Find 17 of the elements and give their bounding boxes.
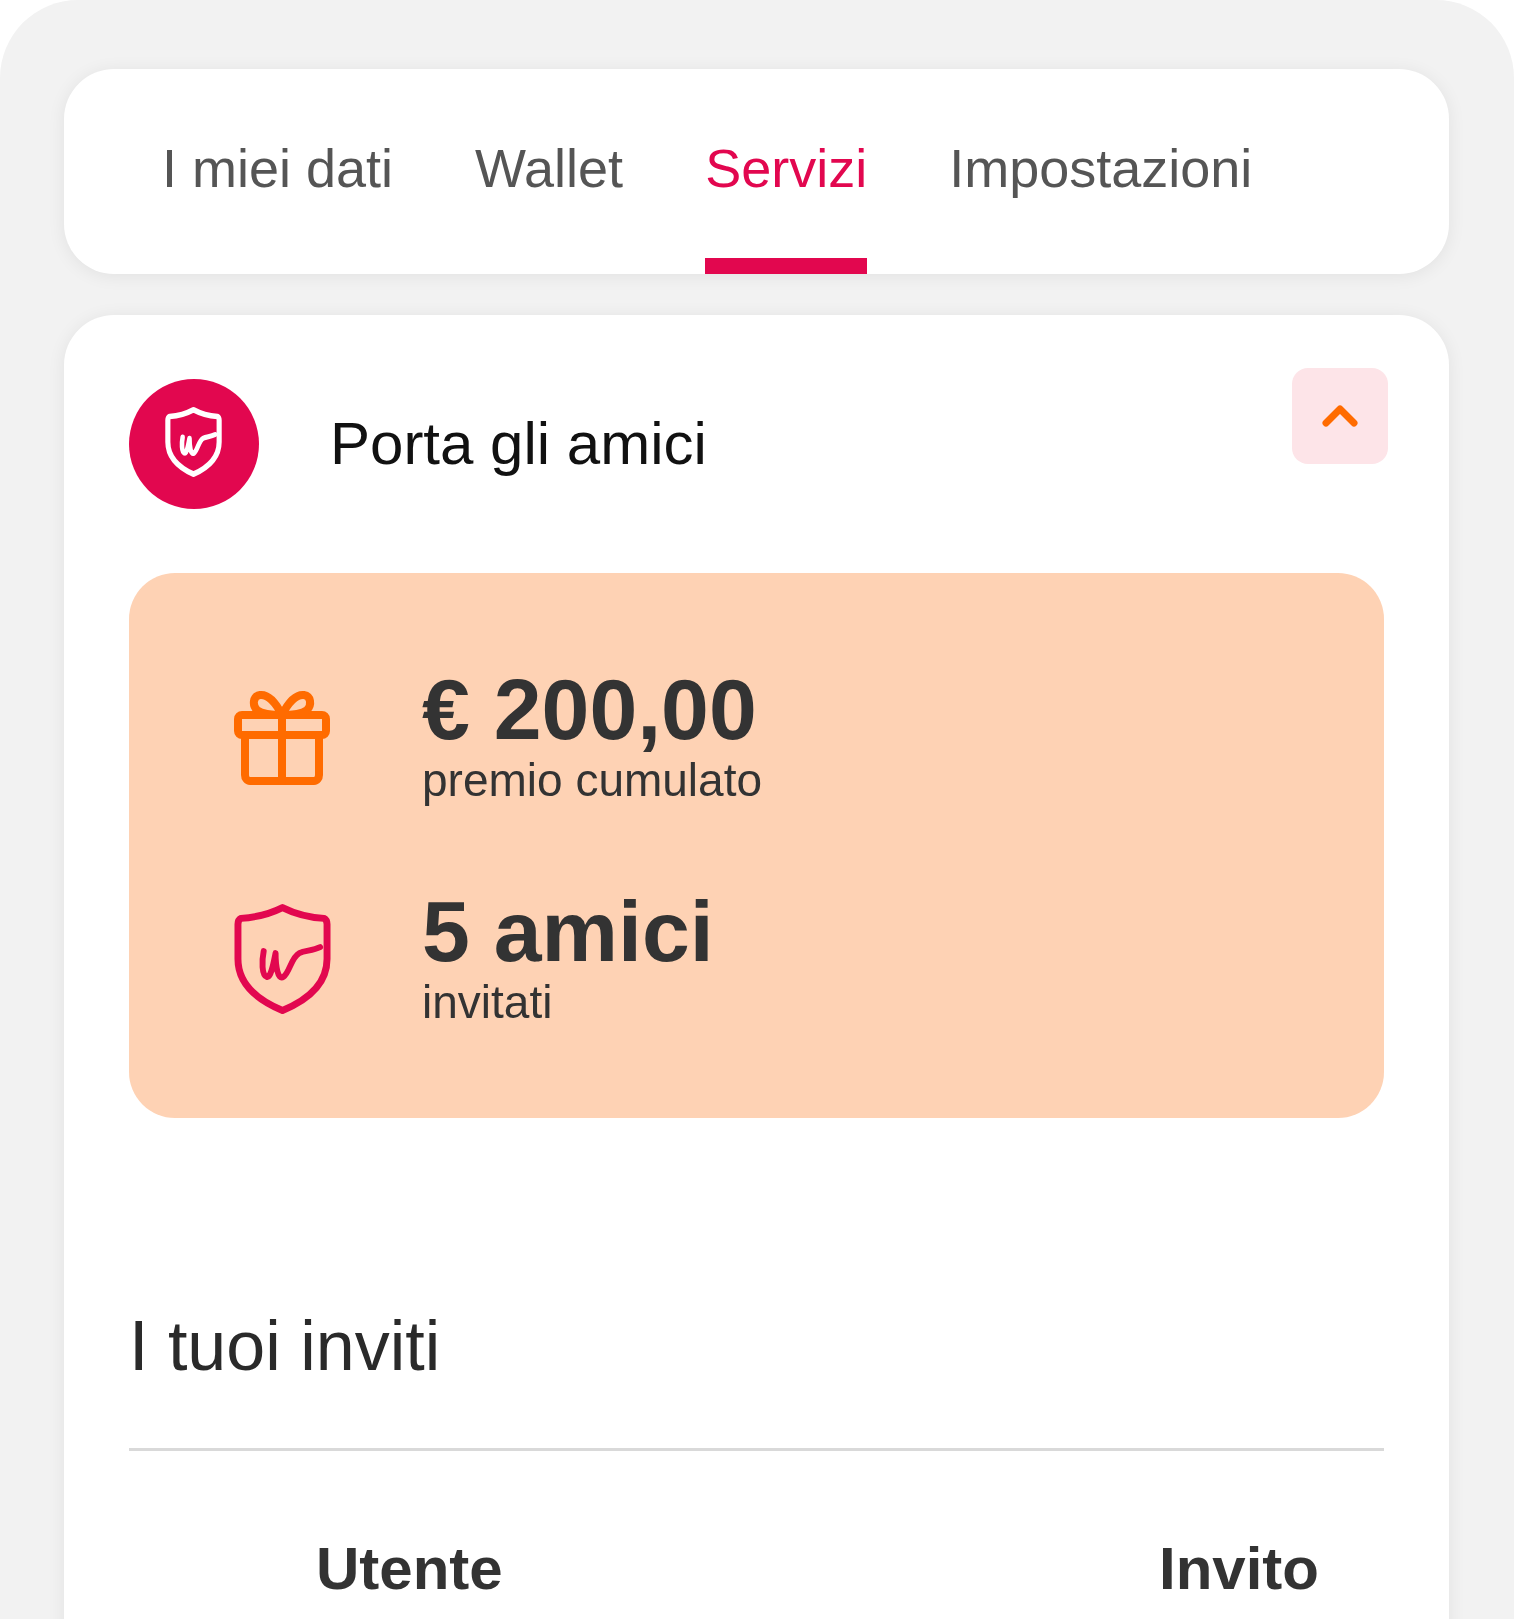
stat-caption: premio cumulato <box>422 753 763 808</box>
tab[interactable]: Impostazioni <box>949 69 1253 274</box>
column-header: Utente <box>316 1534 503 1604</box>
section-title: Porta gli amici <box>330 409 708 479</box>
stat-value: € 200,00 <box>422 666 758 752</box>
shield-icon <box>234 902 331 1016</box>
shield-icon <box>129 379 259 509</box>
collapse-button[interactable] <box>1292 368 1388 464</box>
tab[interactable]: I miei dati <box>162 69 394 274</box>
column-header: Invito <box>1159 1534 1319 1604</box>
stat-caption: invitati <box>422 975 554 1030</box>
tab[interactable]: Wallet <box>475 69 624 274</box>
tab[interactable]: Servizi <box>705 69 868 274</box>
stat-value: 5 amici <box>422 888 714 974</box>
chevron-up-icon <box>1322 405 1358 427</box>
gift-icon <box>234 689 330 785</box>
invites-heading: I tuoi inviti <box>129 1306 442 1387</box>
